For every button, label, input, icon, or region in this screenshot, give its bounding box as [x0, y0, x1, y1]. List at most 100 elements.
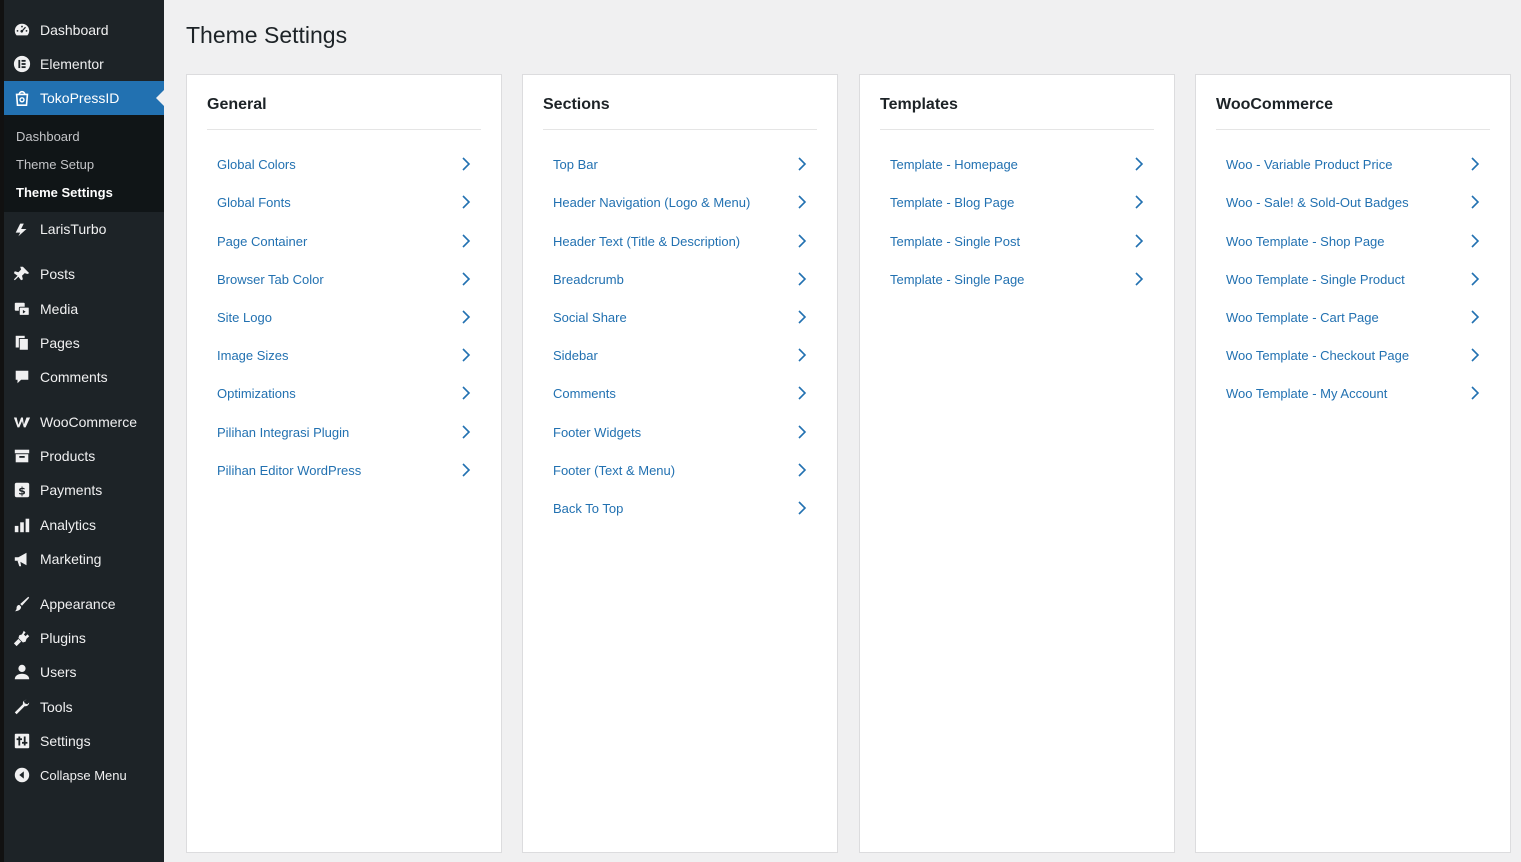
- sidebar-item-elementor[interactable]: Elementor: [4, 47, 164, 81]
- chevron-right-icon: [797, 157, 807, 171]
- link-label: Header Text (Title & Description): [553, 233, 741, 249]
- page-title: Theme Settings: [186, 22, 348, 48]
- link-optimizations[interactable]: Optimizations: [217, 382, 471, 404]
- sidebar-item-tools[interactable]: Tools: [4, 690, 164, 724]
- divider: [1216, 129, 1490, 130]
- link-footer-text-menu[interactable]: Footer (Text & Menu): [553, 459, 807, 481]
- sidebar-item-marketing[interactable]: Marketing: [4, 542, 164, 576]
- chevron-right-icon: [1470, 310, 1480, 324]
- collapse-menu-button[interactable]: Collapse Menu: [4, 758, 164, 792]
- link-template-single-post[interactable]: Template - Single Post: [890, 230, 1144, 252]
- sidebar-item-appearance[interactable]: Appearance: [4, 587, 164, 621]
- link-label: Footer Widgets: [553, 424, 642, 440]
- link-footer-widgets[interactable]: Footer Widgets: [553, 421, 807, 443]
- sidebar-item-label: Products: [40, 448, 96, 464]
- card-title: Sections: [543, 96, 610, 113]
- chevron-right-icon: [461, 195, 471, 209]
- pin-icon: [12, 264, 32, 284]
- sidebar-item-tokopressid[interactable]: TokoPressID: [4, 81, 164, 115]
- admin-sidebar: Dashboard Elementor TokoPressID Dashboar…: [4, 0, 164, 862]
- sidebar-item-plugins[interactable]: Plugins: [4, 621, 164, 655]
- link-social-share[interactable]: Social Share: [553, 306, 807, 328]
- link-template-blog-page[interactable]: Template - Blog Page: [890, 191, 1144, 213]
- link-woo-template-cart-page[interactable]: Woo Template - Cart Page: [1226, 306, 1480, 328]
- sidebar-item-payments[interactable]: $ Payments: [4, 473, 164, 507]
- chevron-right-icon: [1470, 272, 1480, 286]
- sidebar-item-settings[interactable]: Settings: [4, 724, 164, 758]
- link-label: Global Fonts: [217, 194, 291, 210]
- link-label: Pilihan Integrasi Plugin: [217, 424, 350, 440]
- sidebar-item-dashboard[interactable]: Dashboard: [4, 13, 164, 47]
- laristurbo-icon: [12, 219, 32, 239]
- card-title: General: [207, 96, 267, 113]
- sidebar-item-label: Users: [40, 664, 77, 680]
- card-sections: Sections Top Bar Header Navigation (Logo…: [522, 74, 838, 853]
- comment-icon: [12, 367, 32, 387]
- card-title: Templates: [880, 96, 958, 113]
- chevron-right-icon: [1134, 195, 1144, 209]
- woocommerce-icon: [12, 412, 32, 432]
- chevron-right-icon: [1134, 272, 1144, 286]
- link-label: Woo Template - My Account: [1226, 385, 1388, 401]
- sidebar-item-analytics[interactable]: Analytics: [4, 508, 164, 542]
- chevron-right-icon: [797, 272, 807, 286]
- link-sidebar[interactable]: Sidebar: [553, 344, 807, 366]
- settings-sliders-icon: [12, 731, 32, 751]
- link-breadcrumb[interactable]: Breadcrumb: [553, 268, 807, 290]
- sidebar-item-media[interactable]: Media: [4, 292, 164, 326]
- link-label: Template - Single Post: [890, 233, 1021, 249]
- link-page-container[interactable]: Page Container: [217, 230, 471, 252]
- chevron-right-icon: [797, 195, 807, 209]
- sidebar-item-pages[interactable]: Pages: [4, 326, 164, 360]
- link-pilihan-integrasi-plugin[interactable]: Pilihan Integrasi Plugin: [217, 421, 471, 443]
- link-woo-template-my-account[interactable]: Woo Template - My Account: [1226, 382, 1480, 404]
- sidebar-item-label: Analytics: [40, 517, 97, 533]
- chevron-right-icon: [797, 234, 807, 248]
- link-back-to-top[interactable]: Back To Top: [553, 497, 807, 519]
- link-template-single-page[interactable]: Template - Single Page: [890, 268, 1144, 290]
- chevron-right-icon: [1470, 195, 1480, 209]
- megaphone-icon: [12, 549, 32, 569]
- link-woo-template-checkout-page[interactable]: Woo Template - Checkout Page: [1226, 344, 1480, 366]
- plug-icon: [12, 628, 32, 648]
- chevron-right-icon: [1470, 386, 1480, 400]
- sidebar-item-woocommerce[interactable]: WooCommerce: [4, 405, 164, 439]
- sidebar-item-posts[interactable]: Posts: [4, 257, 164, 291]
- link-pilihan-editor-wordpress[interactable]: Pilihan Editor WordPress: [217, 459, 471, 481]
- link-woo-template-shop-page[interactable]: Woo Template - Shop Page: [1226, 230, 1480, 252]
- link-browser-tab-color[interactable]: Browser Tab Color: [217, 268, 471, 290]
- link-top-bar[interactable]: Top Bar: [553, 153, 807, 175]
- link-label: Pilihan Editor WordPress: [217, 462, 362, 478]
- link-woo-template-single-product[interactable]: Woo Template - Single Product: [1226, 268, 1480, 290]
- sidebar-item-comments[interactable]: Comments: [4, 360, 164, 394]
- link-woo-sale-badges[interactable]: Woo - Sale! & Sold-Out Badges: [1226, 191, 1480, 213]
- sidebar-item-label: Collapse Menu: [40, 767, 127, 783]
- archive-icon: [12, 446, 32, 466]
- link-site-logo[interactable]: Site Logo: [217, 306, 471, 328]
- link-label: Site Logo: [217, 309, 272, 325]
- chevron-right-icon: [797, 463, 807, 477]
- tokopress-icon: [12, 88, 32, 108]
- link-global-fonts[interactable]: Global Fonts: [217, 191, 471, 213]
- chevron-right-icon: [797, 348, 807, 362]
- chevron-right-icon: [797, 425, 807, 439]
- sidebar-item-users[interactable]: Users: [4, 655, 164, 689]
- submenu-item-theme-setup[interactable]: Theme Setup: [16, 157, 94, 172]
- elementor-icon: [12, 54, 32, 74]
- chevron-right-icon: [1470, 157, 1480, 171]
- link-template-homepage[interactable]: Template - Homepage: [890, 153, 1144, 175]
- submenu-item-theme-settings[interactable]: Theme Settings: [16, 185, 113, 200]
- chevron-right-icon: [1134, 157, 1144, 171]
- link-header-navigation[interactable]: Header Navigation (Logo & Menu): [553, 191, 807, 213]
- sidebar-item-products[interactable]: Products: [4, 439, 164, 473]
- link-woo-variable-product-price[interactable]: Woo - Variable Product Price: [1226, 153, 1480, 175]
- link-global-colors[interactable]: Global Colors: [217, 153, 471, 175]
- link-image-sizes[interactable]: Image Sizes: [217, 344, 471, 366]
- chevron-right-icon: [461, 463, 471, 477]
- svg-text:$: $: [18, 485, 26, 498]
- link-header-text[interactable]: Header Text (Title & Description): [553, 230, 807, 252]
- sidebar-item-laristurbo[interactable]: LarisTurbo: [4, 212, 164, 246]
- link-label: Template - Blog Page: [890, 194, 1015, 210]
- submenu-item-dashboard[interactable]: Dashboard: [16, 129, 80, 144]
- link-comments[interactable]: Comments: [553, 382, 807, 404]
